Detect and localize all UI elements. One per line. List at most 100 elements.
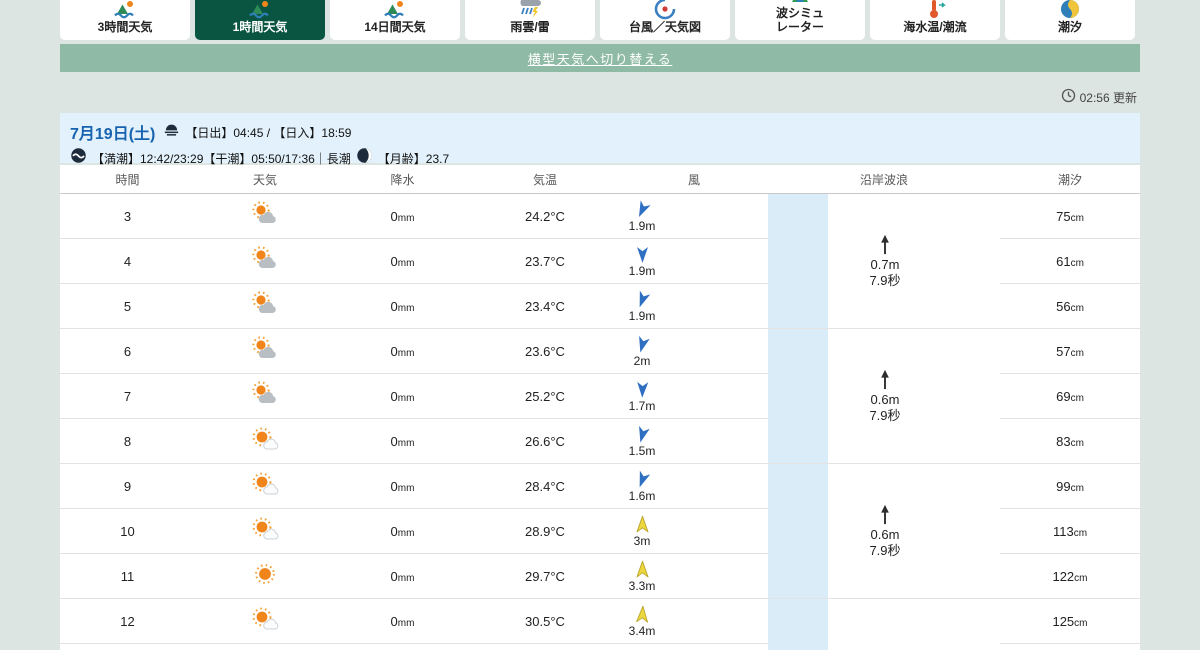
hour-cell: 10 bbox=[60, 508, 195, 554]
update-time: 02:56 更新 bbox=[1061, 88, 1137, 106]
temp-cell: 23.4°C bbox=[470, 283, 620, 329]
typhoon-icon bbox=[653, 0, 677, 20]
wave-strip bbox=[768, 329, 828, 463]
temp-cell: 23.7°C bbox=[470, 238, 620, 284]
wave-height-label: 0.6m bbox=[870, 527, 900, 543]
tab-4[interactable]: 台風／天気図 bbox=[600, 0, 730, 40]
wave-strip bbox=[768, 194, 828, 328]
wind-cell: 1.5m bbox=[620, 418, 768, 464]
wind-speed-label: 1.5m bbox=[628, 444, 656, 458]
wind-cell: 1.9m bbox=[620, 238, 768, 284]
tide-icon bbox=[1058, 0, 1082, 20]
precip-cell: 0mm bbox=[335, 598, 470, 644]
switch-layout-banner: 横型天気へ切り替える bbox=[60, 44, 1140, 72]
weather-cell bbox=[195, 328, 335, 374]
weather-cell bbox=[195, 373, 335, 419]
sun-cloud-gray-icon bbox=[249, 201, 281, 231]
day-header: 7月19日(土) 【日出】04:45 / 【日入】18:59 【満潮】12:42… bbox=[60, 113, 1140, 166]
tab-2[interactable]: 14日間天気 bbox=[330, 0, 460, 40]
table-row: 3 0mm 24.2°C 1.9m 0.7m 7.9秒 75cm bbox=[60, 193, 1140, 329]
scenic-icon bbox=[383, 0, 407, 20]
temp-cell: 26.6°C bbox=[470, 418, 620, 464]
wind-cell: 2m bbox=[620, 328, 768, 374]
wave-cell: 0.6m 7.9秒 bbox=[768, 463, 1000, 599]
weather-cell bbox=[195, 553, 335, 599]
tab-6[interactable]: 海水温/潮流 bbox=[870, 0, 1000, 40]
tab-1[interactable]: 1時間天気 bbox=[195, 0, 325, 40]
tide-cell: 125cm bbox=[1000, 598, 1140, 644]
column-header: 風 bbox=[620, 165, 768, 194]
tide-cell: 138cm bbox=[1000, 643, 1140, 650]
tab-label: 14日間天気 bbox=[364, 19, 426, 34]
hourly-forecast-table: 時間 天気 降水 気温風沿岸波浪 潮汐 3 0mm 24.2°C 1.9m 0.7m 7.9秒 75… bbox=[60, 165, 1140, 650]
column-header: 天気 bbox=[195, 165, 335, 194]
hour-cell: 9 bbox=[60, 463, 195, 509]
tide-cell: 99cm bbox=[1000, 463, 1140, 509]
tab-7[interactable]: 潮汐 bbox=[1005, 0, 1135, 40]
sun-cloud-white-icon bbox=[249, 607, 281, 636]
wave-period-label: 7.9秒 bbox=[869, 273, 901, 288]
precip-cell: 0mm bbox=[335, 238, 470, 284]
tab-0[interactable]: 3時間天気 bbox=[60, 0, 190, 40]
tab-label: 海水温/潮流 bbox=[903, 19, 967, 34]
hour-cell: 4 bbox=[60, 238, 195, 284]
wave-direction-icon bbox=[878, 368, 892, 392]
wind-cell: 1.9m bbox=[620, 193, 768, 239]
column-header: 気温 bbox=[470, 165, 620, 194]
hour-cell: 5 bbox=[60, 283, 195, 329]
hour-cell: 12 bbox=[60, 598, 195, 644]
wind-cell: 1.6m bbox=[620, 463, 768, 509]
update-time-label: 02:56 更新 bbox=[1079, 90, 1137, 105]
tide-cell: 122cm bbox=[1000, 553, 1140, 599]
sun-cloud-gray-icon bbox=[249, 246, 281, 276]
precip-cell: 0mm bbox=[335, 283, 470, 329]
temp-cell: 28.4°C bbox=[470, 463, 620, 509]
scenic-icon bbox=[113, 0, 137, 20]
sun-cloud-gray-icon bbox=[249, 291, 281, 321]
wind-speed-label: 1.9m bbox=[628, 219, 656, 233]
table-row: 6 0mm 23.6°C 2m 0.6m 7.9秒 57cm bbox=[60, 328, 1140, 464]
clock-icon bbox=[1061, 88, 1076, 106]
tab-5[interactable]: 波シミュ レーター bbox=[735, 0, 865, 40]
tide-cell: 75cm bbox=[1000, 193, 1140, 239]
wave-height-label: 0.6m bbox=[870, 392, 900, 408]
hour-cell: 7 bbox=[60, 373, 195, 419]
table-header-row: 時間 天気 降水 気温風沿岸波浪 潮汐 bbox=[60, 165, 1140, 194]
weather-cell bbox=[195, 193, 335, 239]
column-header: 降水 bbox=[335, 165, 470, 194]
temp-cell: 23.6°C bbox=[470, 328, 620, 374]
weather-cell bbox=[195, 283, 335, 329]
switch-layout-link[interactable]: 横型天気へ切り替える bbox=[528, 49, 673, 68]
weather-cell bbox=[195, 598, 335, 644]
temp-cell: 28.9°C bbox=[470, 508, 620, 554]
wind-speed-label: 1.7m bbox=[628, 399, 656, 413]
hour-cell: 6 bbox=[60, 328, 195, 374]
hour-cell: 13 bbox=[60, 643, 195, 650]
weather-cell bbox=[195, 508, 335, 554]
tab-3[interactable]: 雨雲/雷 bbox=[465, 0, 595, 40]
wind-cell: 3.3m bbox=[620, 553, 768, 599]
tide-cell: 56cm bbox=[1000, 283, 1140, 329]
sun-icon bbox=[249, 564, 281, 591]
wind-speed-label: 3m bbox=[633, 534, 651, 548]
sea-temp-icon bbox=[923, 0, 947, 20]
temp-cell: 24.2°C bbox=[470, 193, 620, 239]
tide-cell: 61cm bbox=[1000, 238, 1140, 284]
rain-lightning-icon bbox=[518, 0, 542, 20]
sun-cloud-gray-icon bbox=[249, 336, 281, 366]
tide-cell: 69cm bbox=[1000, 373, 1140, 419]
tide-cell: 57cm bbox=[1000, 328, 1140, 374]
table-row: 12 0mm 30.5°C 3.4m 125cm bbox=[60, 598, 1140, 650]
wind-cell: 3.4m bbox=[620, 598, 768, 644]
wind-speed-label: 1.9m bbox=[628, 264, 656, 278]
hour-cell: 8 bbox=[60, 418, 195, 464]
wind-cell: 1.9m bbox=[620, 283, 768, 329]
column-header: 沿岸波浪 bbox=[768, 165, 1000, 194]
precip-cell: 0mm bbox=[335, 553, 470, 599]
temp-cell: 31.1°C bbox=[470, 643, 620, 650]
temp-cell: 30.5°C bbox=[470, 598, 620, 644]
tab-label: 3時間天気 bbox=[97, 19, 153, 34]
wave-strip bbox=[768, 464, 828, 598]
wind-speed-label: 3.3m bbox=[628, 579, 656, 593]
precip-cell: 0mm bbox=[335, 373, 470, 419]
